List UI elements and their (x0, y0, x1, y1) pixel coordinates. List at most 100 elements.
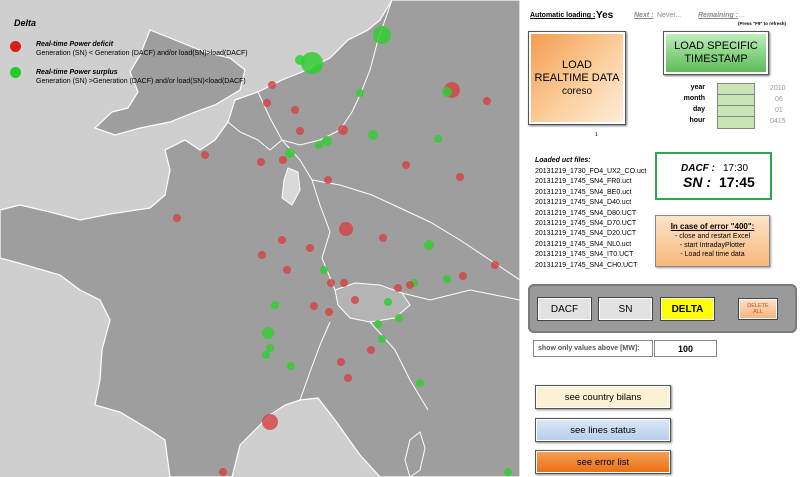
auto-loading-label: Automatic loading : (530, 12, 596, 19)
year-label: year (690, 84, 705, 91)
deficit-point (291, 106, 299, 114)
deficit-point (310, 302, 318, 310)
timestamp-clock: DACF : 17:30 SN : 17:45 (655, 152, 772, 200)
deficit-point (263, 99, 271, 107)
hour-input[interactable] (717, 116, 755, 129)
year-value: 2010 (770, 85, 786, 92)
surplus-point (368, 130, 378, 140)
refresh-hint: (Press "F9" to refresh) (738, 21, 787, 26)
deficit-legend-heading: Real-time Power deficit (36, 41, 114, 48)
deficit-point (278, 236, 286, 244)
deficit-point (340, 279, 348, 287)
deficit-point (262, 414, 278, 430)
threshold-label: show only values above [MW]: (533, 340, 653, 357)
deficit-point (324, 176, 332, 184)
see-lines-status-button[interactable]: see lines status (535, 418, 671, 442)
surplus-legend-description: Generation (SN) >Generation (DACF) and/o… (36, 78, 246, 85)
remaining-value: ... (739, 12, 745, 19)
error-line2: - start IntradayPlotter (679, 242, 746, 249)
surplus-point (356, 89, 364, 97)
loaded-file-item: 20131219_1745_SN4_D40.uct (535, 199, 632, 207)
loaded-file-item: 20131219_1745_SN4_CH0.UCT (535, 261, 638, 269)
sn-time: 17:45 (719, 174, 755, 190)
see-country-bilans-button[interactable]: see country bilans (535, 385, 671, 409)
legend-title: Delta (14, 18, 37, 28)
loaded-file-item: 20131219_1745_SN4_BE0.uct (535, 188, 632, 196)
delta-view-button[interactable]: DELTA (660, 297, 715, 321)
auto-loading-value: Yes (596, 10, 614, 21)
deficit-point (257, 158, 265, 166)
surplus-point (262, 327, 274, 339)
dacf-time: 17:30 (723, 163, 749, 174)
surplus-point (378, 335, 386, 343)
surplus-point (320, 266, 328, 274)
surplus-point (434, 135, 442, 143)
month-value: 06 (775, 96, 783, 103)
see-error-list-button[interactable]: see error list (535, 450, 671, 474)
loaded-file-item: 20131219_1745_SN4_D70.UCT (535, 220, 637, 227)
power-delta-map: Delta Real-time Power deficit Generation… (0, 0, 520, 477)
load-specific-timestamp-button[interactable]: LOAD SPECIFIC TIMESTAMP (663, 31, 769, 75)
load-specific-line1: LOAD SPECIFIC (674, 40, 758, 52)
surplus-point (285, 148, 295, 158)
deficit-point (367, 346, 375, 354)
deficit-legend-dot (10, 41, 21, 52)
loaded-file-item: 20131219_1730_FO4_UX2_CO.uct (535, 168, 647, 175)
remaining-label: Remaining : (698, 12, 739, 19)
loaded-files-title: Loaded uct files: (535, 157, 591, 164)
hour-value: 0415 (770, 118, 786, 125)
deficit-point (173, 214, 181, 222)
load-button-line3: coreso (561, 85, 592, 97)
error-line3: - Load real time data (680, 251, 745, 258)
next-value: Never... (657, 12, 682, 19)
deficit-point (459, 272, 467, 280)
surplus-point (442, 87, 452, 97)
surplus-point (374, 320, 382, 328)
error-title: In case of error "400": (670, 222, 755, 231)
delete-all-button[interactable]: DELETE ALL (738, 298, 778, 320)
dacf-label: DACF : (681, 163, 715, 174)
surplus-point (395, 314, 403, 322)
surplus-point (262, 351, 270, 359)
deficit-point (219, 468, 227, 476)
delete-all-line2: ALL (753, 309, 763, 315)
surplus-point (315, 141, 323, 149)
deficit-point (351, 296, 359, 304)
deficit-point (201, 151, 209, 159)
sn-label: SN : (683, 174, 711, 190)
dacf-view-button[interactable]: DACF (537, 297, 592, 321)
surplus-legend-dot (10, 67, 21, 78)
load-button-line1: LOAD (562, 58, 592, 71)
deficit-legend-description: Generation (SN) < Generation (DACF) and/… (36, 50, 248, 57)
surplus-point (314, 64, 322, 72)
deficit-point (327, 279, 335, 287)
surplus-point (287, 362, 295, 370)
threshold-input[interactable]: 100 (654, 340, 717, 357)
loaded-file-item: 20131219_1745_SN4_FR0.uct (535, 178, 632, 186)
next-label: Next : (634, 12, 654, 19)
surplus-point (504, 468, 512, 476)
deficit-point (325, 308, 333, 316)
load-realtime-data-button[interactable]: LOAD REALTIME DATA coreso (528, 31, 626, 125)
surplus-point (266, 344, 274, 352)
deficit-point (338, 125, 348, 135)
deficit-point (394, 284, 402, 292)
surplus-point (443, 275, 451, 283)
loaded-file-item: 20131219_1745_SN4_IT0.UCT (535, 251, 634, 259)
month-label: month (683, 95, 705, 102)
dot-mark: 1 (595, 132, 598, 138)
deficit-point (491, 261, 499, 269)
surplus-point (295, 55, 305, 65)
surplus-point (416, 379, 424, 387)
deficit-point (306, 244, 314, 252)
day-label: day (692, 106, 705, 113)
deficit-point (406, 281, 414, 289)
deficit-point (379, 234, 387, 242)
loaded-file-item: 20131219_1745_SN4_NL0.uct (535, 240, 632, 248)
hour-label: hour (689, 117, 705, 124)
load-specific-line2: TIMESTAMP (684, 53, 748, 65)
surplus-point (384, 298, 392, 306)
deficit-point (337, 358, 345, 366)
sn-view-button[interactable]: SN (598, 297, 653, 321)
deficit-point (456, 173, 464, 181)
